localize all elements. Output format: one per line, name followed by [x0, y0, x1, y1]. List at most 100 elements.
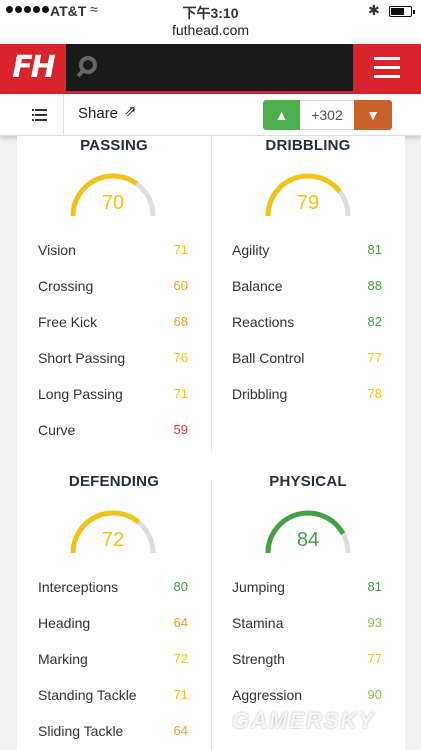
stat-row: Strength 77	[232, 651, 382, 671]
stat-row: Agility 81	[232, 242, 382, 262]
stat-value: 68	[173, 314, 188, 329]
stat-value: 82	[367, 314, 382, 329]
stats-panel: PASSING 70 Vision 71 Crossing 60 Free Kick 68…	[17, 136, 405, 750]
stat-name: Interceptions	[38, 579, 119, 595]
logo-text: FH	[12, 50, 56, 85]
futhead-logo[interactable]: FH	[0, 44, 66, 91]
stat-value: 88	[367, 278, 382, 293]
stat-value: 59	[173, 422, 188, 437]
stat-value: 76	[173, 350, 188, 365]
stat-name: Crossing	[38, 278, 94, 294]
list-icon	[32, 109, 34, 111]
section-title: DEFENDING	[68, 473, 160, 490]
list-icon-dot	[32, 114, 34, 116]
stat-row: Aggression 90	[232, 687, 382, 707]
url-text: futhead.com	[171, 22, 250, 38]
stat-name: Reactions	[232, 314, 295, 330]
stat-name: Marking	[38, 651, 88, 667]
defending-gauge: 72	[68, 509, 158, 555]
stat-name: Stamina	[232, 615, 284, 631]
battery-icon	[389, 6, 415, 17]
gauge-value: 70	[101, 192, 125, 214]
stat-name: Long Passing	[38, 386, 123, 402]
list-icon-line	[35, 109, 47, 111]
stat-row: Vision 71	[38, 242, 188, 262]
stat-row: Dribbling 78	[232, 386, 382, 406]
stat-value: 71	[173, 687, 188, 702]
search-input[interactable]	[112, 44, 352, 91]
list-icon-line	[35, 114, 47, 116]
stat-value: 77	[367, 350, 382, 365]
passing-gauge: 70	[68, 172, 158, 218]
stat-row: Jumping 81	[232, 579, 382, 599]
share-button[interactable]: Share	[78, 105, 118, 122]
stat-value: 64	[173, 723, 188, 738]
passing-section: PASSING 70 Vision 71 Crossing 60 Free Kick 68…	[17, 136, 211, 456]
stat-row: Ball Control 77	[232, 350, 382, 370]
stat-row: Interceptions 80	[38, 579, 188, 599]
stat-name: Ball Control	[232, 350, 305, 366]
list-icon-dot	[32, 119, 34, 121]
stat-name: Curve	[38, 422, 76, 438]
dribbling-gauge: 79	[263, 172, 353, 218]
stat-row: Sliding Tackle 64	[38, 723, 188, 743]
gauge-value: 79	[296, 192, 320, 214]
dribbling-section: DRIBBLING 79 Agility 81 Balance 88 Reactions…	[211, 136, 405, 456]
stat-value: 71	[173, 242, 188, 257]
stat-name: Sliding Tackle	[38, 723, 124, 739]
thumbs-down-button[interactable]: ▼	[354, 100, 392, 130]
stat-name: Agility	[232, 242, 270, 258]
list-menu-button[interactable]	[0, 94, 64, 136]
stat-name: Strength	[232, 651, 285, 667]
thumbs-up-icon: ▲	[274, 107, 289, 123]
list-icon-line	[35, 119, 47, 121]
url-bar[interactable]: futhead.com	[0, 22, 421, 44]
stat-value: 81	[367, 579, 382, 594]
thumbs-down-icon: ▼	[366, 107, 380, 123]
stat-row: Balance 88	[232, 278, 382, 298]
stat-value: 60	[173, 278, 188, 293]
stat-name: Jumping	[232, 579, 285, 595]
stat-row: Marking 72	[38, 651, 188, 671]
stat-row: Curve 59	[38, 422, 188, 442]
stat-value: 81	[367, 242, 382, 257]
stat-value: 78	[367, 386, 382, 401]
stat-row: Heading 64	[38, 615, 188, 635]
stat-name: Free Kick	[38, 314, 98, 330]
stat-row: Reactions 82	[232, 314, 382, 334]
hamburger-icon-bar	[374, 66, 400, 69]
stat-row: Crossing 60	[38, 278, 188, 298]
bluetooth-icon: ✱	[368, 2, 380, 18]
defending-section: DEFENDING 72 Interceptions 80 Heading 64 Mar…	[17, 472, 211, 750]
section-title: DRIBBLING	[265, 137, 351, 154]
stat-value: 93	[367, 615, 382, 630]
hamburger-icon-bar	[374, 75, 400, 78]
search-button[interactable]	[74, 52, 108, 86]
thumbs-up-button[interactable]: ▲	[263, 100, 300, 130]
stat-value: 72	[173, 651, 188, 666]
stat-row: Stamina 93	[232, 615, 382, 635]
watermark: GAMERSKY	[232, 708, 376, 733]
stat-value: 90	[367, 687, 382, 702]
clock: 下午3:10	[182, 5, 239, 21]
section-title: PASSING	[80, 137, 148, 154]
stat-value: 77	[367, 651, 382, 666]
stat-name: Dribbling	[232, 386, 288, 402]
section-title: PHYSICAL	[269, 473, 347, 490]
gauge-value: 72	[101, 529, 125, 551]
stat-row: Free Kick 68	[38, 314, 188, 334]
share-icon[interactable]: ⇗	[124, 102, 137, 120]
stat-name: Balance	[232, 278, 283, 294]
stat-value: 71	[173, 386, 188, 401]
status-bar: AT&T ≈ 下午3:10 ✱	[0, 0, 421, 22]
stat-name: Vision	[38, 242, 76, 258]
vote-count: +302	[300, 100, 354, 130]
site-header: FH	[0, 44, 421, 94]
menu-button[interactable]	[353, 44, 421, 91]
share-bar: Share ⇗ ▲ +302 ▼	[0, 94, 421, 136]
stat-value: 64	[173, 615, 188, 630]
stat-row: Short Passing 76	[38, 350, 188, 370]
gauge-value: 84	[296, 529, 320, 551]
stat-name: Heading	[38, 615, 91, 631]
stat-name: Standing Tackle	[38, 687, 137, 703]
